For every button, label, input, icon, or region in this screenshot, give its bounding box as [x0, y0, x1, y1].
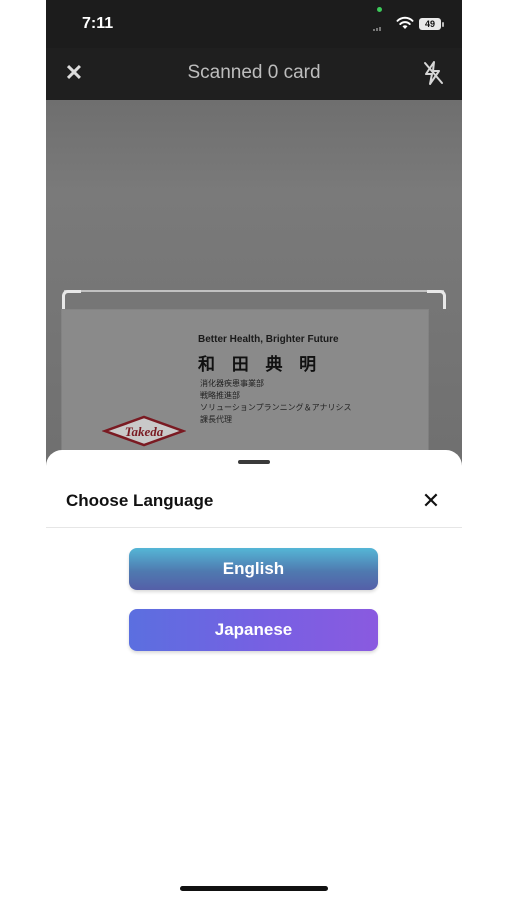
status-bar: 7:11 49: [46, 0, 462, 48]
flash-off-icon[interactable]: [422, 60, 444, 91]
close-icon[interactable]: ✕: [420, 490, 442, 512]
battery-tip: [442, 22, 444, 27]
scan-corner: [62, 290, 81, 309]
divider: [46, 527, 462, 528]
nav-title: Scanned 0 card: [187, 62, 321, 83]
phone-screen: Better Health, Brighter Future 和 田 典 明 消…: [46, 0, 462, 900]
sheet-title: Choose Language: [66, 491, 214, 510]
status-time: 7:11: [82, 15, 114, 32]
language-bottom-sheet: Choose Language ✕ English Japanese: [46, 450, 462, 900]
signal-icon: [373, 27, 381, 31]
home-indicator: [180, 886, 328, 891]
japanese-button[interactable]: Japanese: [129, 609, 378, 651]
scanner-nav-bar: ✕ Scanned 0 card: [46, 48, 462, 100]
wifi-icon: [396, 16, 414, 35]
english-button[interactable]: English: [129, 548, 378, 590]
scan-corner: [427, 290, 446, 309]
sheet-drag-handle[interactable]: [238, 460, 270, 464]
battery-icon: 49: [419, 18, 441, 30]
privacy-dot-icon: [377, 7, 382, 12]
